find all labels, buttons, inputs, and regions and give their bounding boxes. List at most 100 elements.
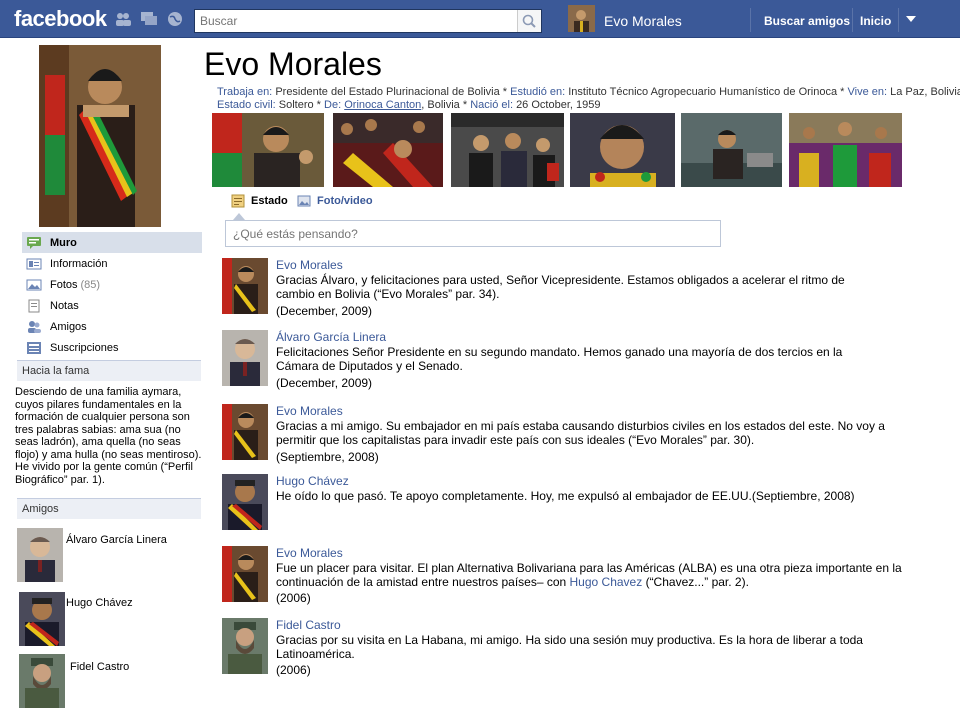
photo-strip-item[interactable] [681, 113, 782, 187]
post-text: He oído lo que pasó. Te apoyo completame… [276, 489, 855, 503]
photo-thumbnail [570, 113, 675, 187]
friend-photo [19, 592, 65, 646]
friends-section-header[interactable]: Amigos [17, 498, 201, 519]
post-author-link[interactable]: Evo Morales [276, 404, 343, 418]
friend-photo [19, 654, 65, 708]
tagged-friend-link[interactable]: Hugo Chavez [570, 575, 643, 589]
author-photo [222, 258, 268, 314]
works-label: Trabaja en: [217, 86, 273, 98]
sidebar-item-label: Muro [50, 236, 77, 249]
wall-icon [27, 236, 41, 249]
sidebar-item-label: Suscripciones [50, 341, 119, 354]
friend-name-link[interactable]: Fidel Castro [70, 661, 129, 673]
search-icon [522, 14, 536, 28]
from-label: De: [324, 99, 342, 111]
separator: * [499, 86, 511, 98]
post-avatar[interactable] [222, 546, 268, 602]
notes-icon [28, 299, 40, 312]
photos-count: (85) [80, 278, 101, 291]
friend-requests-icon[interactable] [114, 11, 132, 27]
sidebar-item-notas[interactable]: Notas [22, 295, 202, 316]
info-icon [26, 258, 42, 269]
author-photo [222, 546, 268, 602]
post-author-link[interactable]: Evo Morales [276, 258, 343, 272]
profile-nav: Muro Información Fotos (85) Notas Amigos… [22, 232, 202, 358]
profile-picture[interactable] [39, 45, 161, 227]
user-avatar[interactable] [568, 5, 595, 32]
facebook-logo[interactable]: facebook [14, 6, 107, 32]
sidebar-item-amigos[interactable]: Amigos [22, 316, 202, 337]
nav-divider [750, 8, 751, 32]
post-date: (2006) [276, 663, 311, 677]
sidebar-item-informacion[interactable]: Información [22, 253, 202, 274]
post-avatar[interactable] [222, 474, 268, 530]
post-avatar[interactable] [222, 618, 268, 674]
post-avatar[interactable] [222, 404, 268, 460]
post-avatar[interactable] [222, 258, 268, 314]
separator: * [313, 99, 325, 111]
profile-name-title: Evo Morales [204, 46, 382, 82]
status-input[interactable] [226, 221, 720, 246]
account-menu-chevron-down-icon[interactable] [906, 16, 916, 23]
post-text: Fue un placer para visitar. El plan Alte… [276, 561, 912, 589]
subscriptions-icon [27, 341, 41, 354]
civil-label: Estado civil: [217, 99, 276, 111]
author-photo [222, 618, 268, 674]
post-date: (2006) [276, 591, 311, 605]
works-value: Presidente del Estado Plurinacional de B… [275, 86, 500, 98]
post-avatar[interactable] [222, 330, 268, 386]
friend-name-link[interactable]: Álvaro García Linera [66, 534, 167, 546]
search-box [194, 9, 542, 33]
separator: * [459, 99, 471, 111]
photo-strip-item[interactable] [333, 113, 443, 187]
composer-pointer [233, 213, 245, 220]
notifications-globe-icon[interactable] [166, 11, 184, 27]
post-author-link[interactable]: Hugo Chávez [276, 474, 349, 488]
user-name-link[interactable]: Evo Morales [604, 13, 682, 29]
sidebar-item-suscripciones[interactable]: Suscripciones [22, 337, 202, 358]
tab-status[interactable]: Estado [231, 194, 288, 208]
photo-strip-item[interactable] [212, 113, 324, 187]
post-text: Gracias por su visita en La Habana, mi a… [276, 633, 863, 661]
separator: * [837, 86, 848, 98]
post-author-link[interactable]: Evo Morales [276, 546, 343, 560]
search-button[interactable] [517, 10, 541, 32]
civil-value: Soltero [278, 99, 314, 111]
tab-photo-video[interactable]: Foto/video [297, 194, 373, 208]
sidebar-item-label: Amigos [50, 320, 87, 333]
photo-strip-item[interactable] [451, 113, 564, 187]
friend-name-link[interactable]: Hugo Chávez [66, 597, 133, 609]
friend-avatar[interactable] [17, 528, 63, 582]
from-rest: , Bolivia [421, 99, 460, 111]
photo-thumbnail [451, 113, 564, 187]
author-photo [222, 330, 268, 386]
studied-value: Instituto Técnico Agropecuario Humanísti… [568, 86, 838, 98]
messages-icon[interactable] [140, 11, 158, 27]
nav-divider [852, 8, 853, 32]
born-value: 26 October, 1959 [516, 99, 601, 111]
sidebar-item-muro[interactable]: Muro [22, 232, 202, 253]
status-pencil-icon [231, 194, 245, 208]
photo-strip-item[interactable] [789, 113, 902, 187]
friend-avatar[interactable] [19, 654, 65, 708]
photo-strip-item[interactable] [570, 113, 675, 187]
search-input[interactable] [195, 10, 515, 32]
friend-photo [17, 528, 63, 582]
friend-avatar[interactable] [19, 592, 65, 646]
post-author-link[interactable]: Álvaro García Linera [276, 330, 386, 344]
tab-photo-label: Foto/video [317, 195, 373, 207]
photo-thumbnail [789, 113, 902, 187]
bio-text: Desciendo de una familia aymara, cuyos p… [15, 386, 202, 486]
post-text: Felicitaciones Señor Presidente en su se… [276, 345, 843, 373]
lives-value: La Paz, Bolivia [890, 86, 960, 98]
profile-info-line: Trabaja en: Presidente del Estado Plurin… [217, 86, 960, 112]
home-link[interactable]: Inicio [860, 14, 891, 28]
avatar-image [568, 5, 595, 32]
nav-divider [898, 8, 899, 32]
post-author-link[interactable]: Fidel Castro [276, 618, 341, 632]
photo-video-icon [297, 195, 311, 207]
sidebar-item-label: Información [50, 257, 108, 270]
find-friends-link[interactable]: Buscar amigos [764, 14, 850, 28]
sidebar-item-fotos[interactable]: Fotos (85) [22, 274, 202, 295]
hometown-link[interactable]: Orinoca Canton [344, 99, 421, 111]
